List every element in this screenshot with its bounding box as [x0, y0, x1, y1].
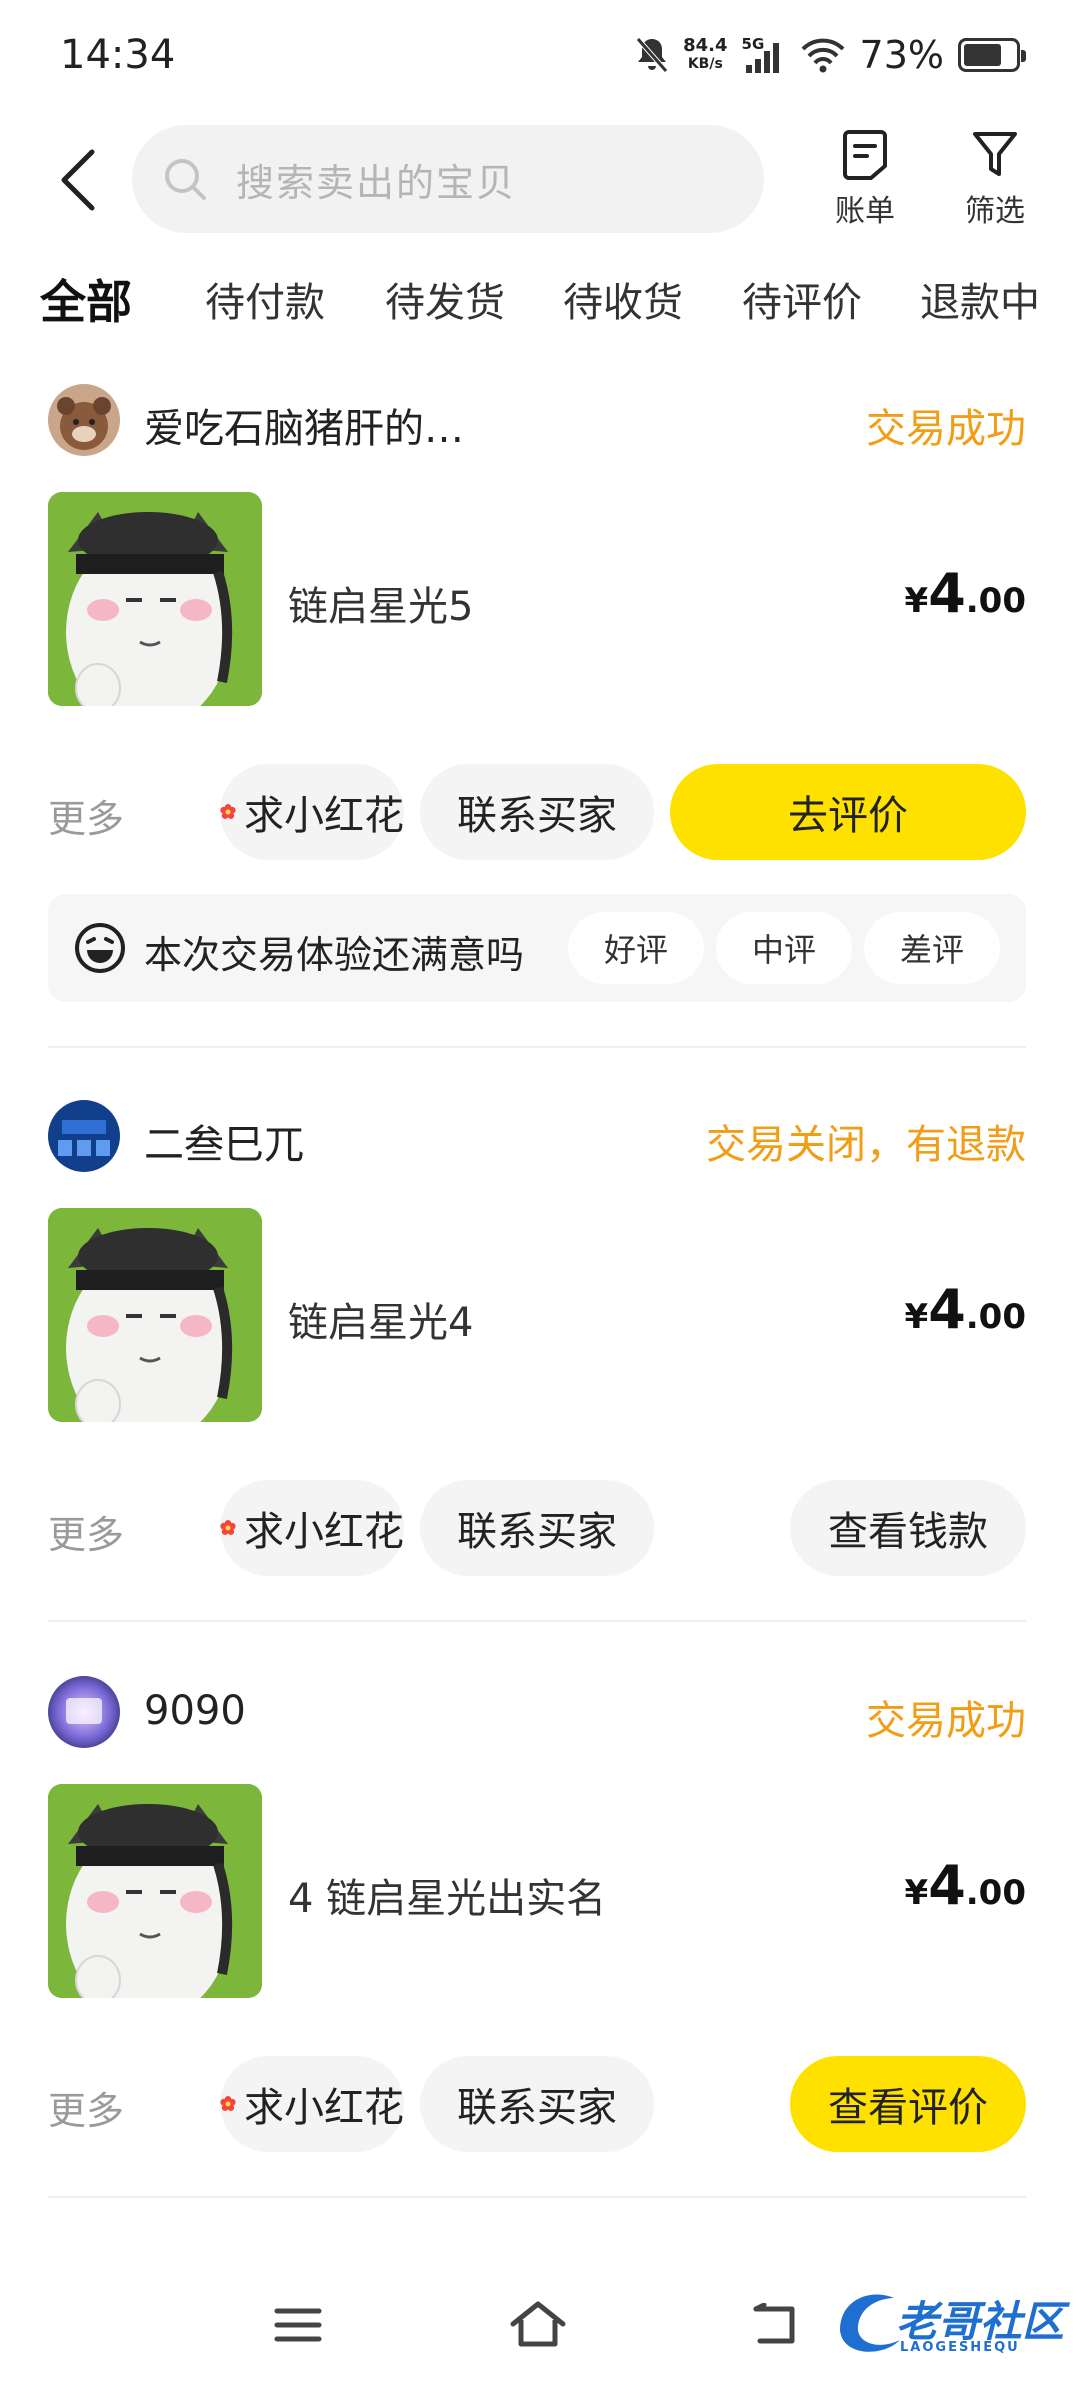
laughing-face-icon	[75, 923, 125, 973]
wifi-icon	[801, 38, 844, 73]
tab-pending-payment[interactable]: 待付款	[205, 270, 325, 328]
view-review-button[interactable]: 查看评价	[790, 2056, 1026, 2152]
item-price: ¥4.00	[904, 562, 1026, 625]
search-input[interactable]: 搜索卖出的宝贝	[132, 125, 764, 233]
ask-flower-button[interactable]: 求小红花	[220, 764, 404, 860]
order-actions: 更多 求小红花 联系买家 查看钱款	[48, 1480, 1026, 1576]
item-thumbnail[interactable]	[48, 1208, 262, 1422]
tab-pending-shipment[interactable]: 待发货	[385, 270, 505, 328]
tab-refunding[interactable]: 退款中	[920, 270, 1040, 328]
tab-all[interactable]: 全部	[36, 266, 136, 332]
battery-icon	[958, 38, 1026, 72]
contact-buyer-button[interactable]: 联系买家	[420, 2056, 654, 2152]
ask-flower-button[interactable]: 求小红花	[220, 1480, 404, 1576]
seller-name: 二叁巳兀	[144, 1122, 304, 1168]
order-actions: 更多 求小红花 联系买家 查看评价	[48, 2056, 1026, 2152]
item-thumbnail[interactable]	[48, 492, 262, 706]
item-price: ¥4.00	[904, 1278, 1026, 1341]
menu-lines-icon	[274, 2308, 322, 2342]
order-status: 交易成功	[866, 1698, 1026, 1744]
ask-flower-button[interactable]: 求小红花	[220, 2056, 404, 2152]
order-status: 交易成功	[866, 406, 1026, 452]
tab-pending-receipt[interactable]: 待收货	[563, 270, 683, 328]
bill-label: 账单	[835, 194, 895, 229]
rating-prompt: 本次交易体验还满意吗 好评 中评 差评	[48, 894, 1026, 1002]
seller-name: 9090	[144, 1688, 246, 1734]
seller-row[interactable]: 9090 交易成功	[48, 1676, 1026, 1752]
tab-pending-review[interactable]: 待评价	[742, 270, 862, 328]
order-card: 爱吃石脑猪肝的… 交易成功 链启星光5 ¥4.00 更多 求小红花 联系买家 去…	[48, 384, 1026, 1004]
bell-muted-icon	[636, 37, 668, 73]
seller-row[interactable]: 二叁巳兀 交易关闭，有退款	[48, 1100, 1026, 1176]
filter-label: 筛选	[965, 194, 1025, 229]
more-button[interactable]: 更多	[48, 788, 124, 843]
battery-percent: 73%	[859, 33, 944, 77]
seller-name: 爱吃石脑猪肝的…	[144, 406, 464, 452]
signal-icon: 5G	[742, 35, 786, 75]
item-price: ¥4.00	[904, 1854, 1026, 1917]
search-placeholder: 搜索卖出的宝贝	[236, 160, 517, 205]
bill-icon	[843, 130, 887, 180]
red-flower-icon	[220, 804, 236, 819]
red-flower-icon	[220, 2096, 236, 2111]
item-title: 链启星光4	[288, 1300, 474, 1346]
filter-icon	[973, 132, 1017, 176]
status-time: 14:34	[60, 32, 176, 78]
go-review-button[interactable]: 去评价	[670, 764, 1026, 860]
more-button[interactable]: 更多	[48, 2080, 124, 2135]
avatar	[48, 1100, 120, 1172]
return-icon	[753, 2303, 795, 2344]
rate-neutral-button[interactable]: 中评	[716, 912, 852, 984]
item-thumbnail[interactable]	[48, 1784, 262, 1998]
divider	[48, 1620, 1026, 1622]
order-actions: 更多 求小红花 联系买家 去评价	[48, 764, 1026, 860]
rate-bad-button[interactable]: 差评	[864, 912, 1000, 984]
view-funds-button[interactable]: 查看钱款	[790, 1480, 1026, 1576]
status-bar: 14:34 84.4 KB/s 5G 73%	[0, 0, 1080, 110]
rating-question: 本次交易体验还满意吗	[144, 933, 525, 977]
item-title: 4 链启星光出实名	[288, 1876, 607, 1922]
divider	[48, 2196, 1026, 2198]
order-card: 二叁巳兀 交易关闭，有退款 链启星光4 ¥4.00 更多 求小红花 联系买家 查…	[48, 1100, 1026, 1580]
red-flower-icon	[220, 1520, 236, 1535]
net-speed: 84.4 KB/s	[683, 35, 728, 73]
seller-row[interactable]: 爱吃石脑猪肝的… 交易成功	[48, 384, 1026, 460]
rate-good-button[interactable]: 好评	[568, 912, 704, 984]
more-button[interactable]: 更多	[48, 1504, 124, 1559]
back-nav-button[interactable]	[740, 2290, 810, 2360]
order-card: 9090 交易成功 4 链启星光出实名 ¥4.00 更多 求小红花 联系买家 查…	[48, 1676, 1026, 2156]
status-icons: 84.4 KB/s 5G 73%	[635, 30, 1026, 80]
avatar	[48, 384, 120, 456]
recent-apps-button[interactable]	[263, 2290, 333, 2360]
watermark-logo: 老哥社区 LAOGESHEQU	[830, 2280, 1070, 2360]
bill-button[interactable]: 账单	[820, 128, 910, 238]
order-tabs: 全部 待付款 待发货 待收货 待评价 退款中	[0, 270, 1080, 340]
order-status: 交易关闭，有退款	[706, 1122, 1026, 1168]
contact-buyer-button[interactable]: 联系买家	[420, 1480, 654, 1576]
back-button[interactable]	[48, 140, 108, 220]
filter-button[interactable]: 筛选	[950, 128, 1040, 238]
chevron-left-icon	[61, 149, 95, 211]
contact-buyer-button[interactable]: 联系买家	[420, 764, 654, 860]
divider	[48, 1046, 1026, 1048]
item-title: 链启星光5	[288, 584, 474, 630]
home-button[interactable]	[503, 2290, 573, 2360]
search-icon	[165, 159, 206, 200]
home-icon	[510, 2301, 566, 2347]
avatar	[48, 1676, 120, 1748]
